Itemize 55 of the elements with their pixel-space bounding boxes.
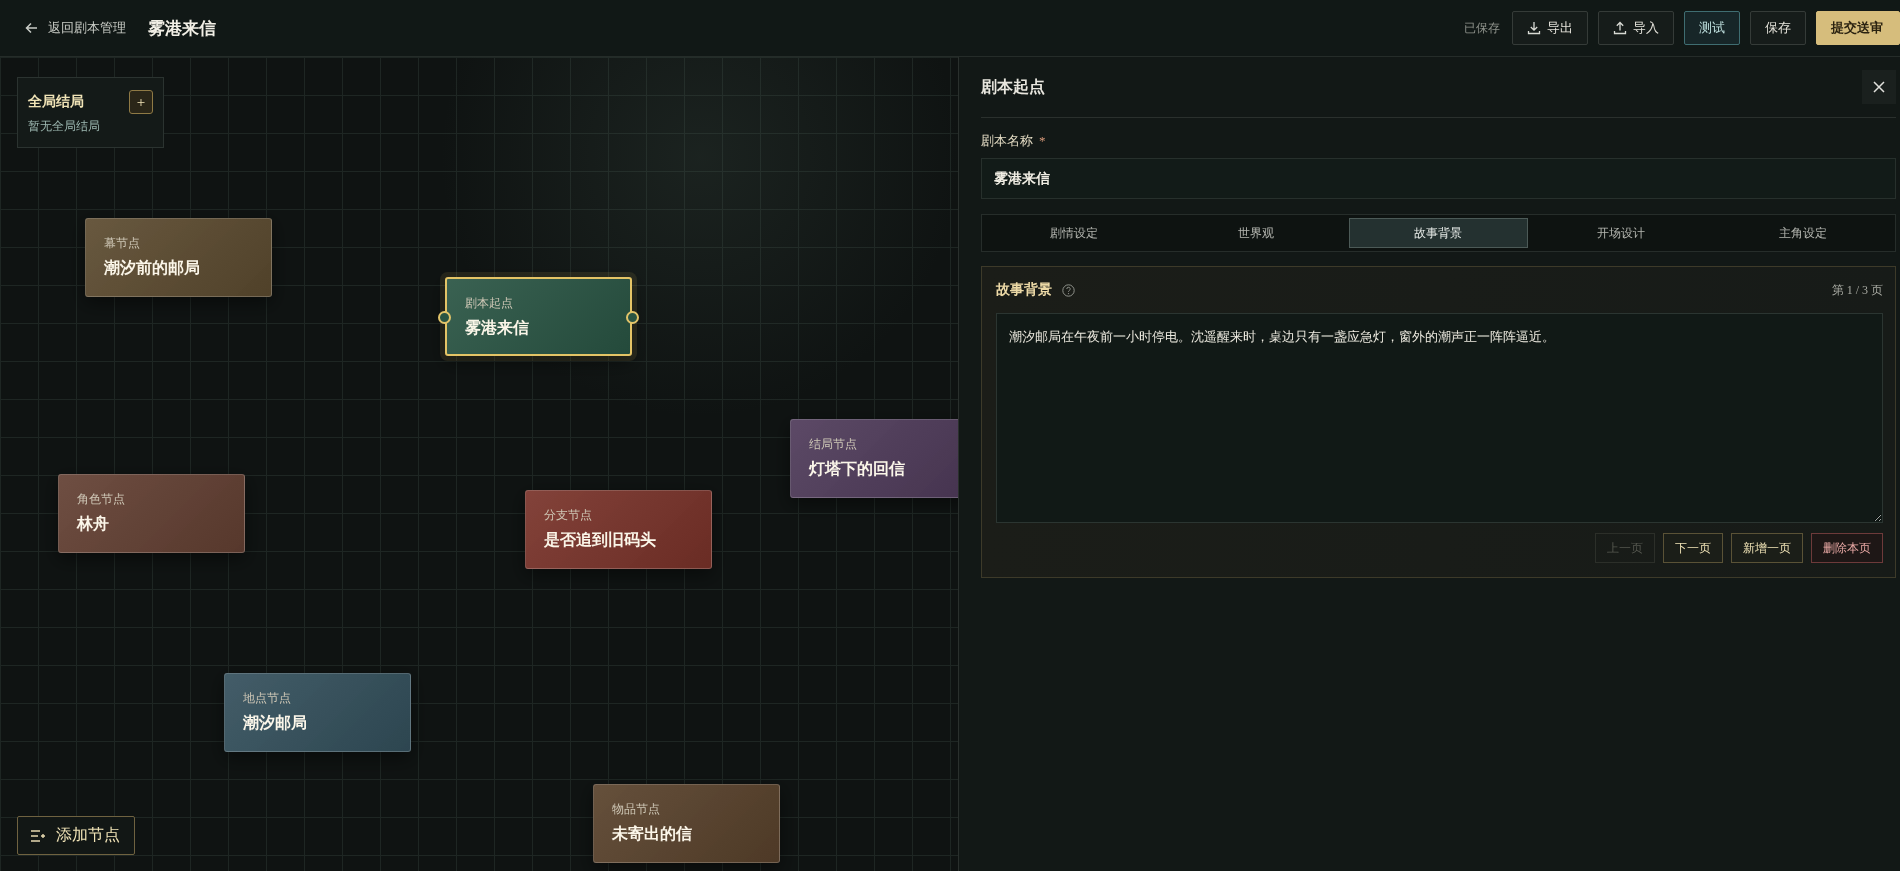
node-type: 分支节点 [544,507,593,524]
tab[interactable]: 世界观 [1167,218,1346,248]
node-name: 林舟 [77,514,110,534]
node-name: 潮汐邮局 [243,713,308,733]
page-button[interactable]: 下一页 [1663,533,1723,563]
story-node[interactable]: 幕节点 潮汐前的邮局 [85,218,272,297]
node-name: 雾港来信 [465,318,530,338]
node-name: 灯塔下的回信 [809,459,906,479]
help-icon[interactable] [1062,283,1075,297]
toolbar-button[interactable]: 提交送审 [1816,11,1900,45]
tab[interactable]: 故事背景 [1349,218,1528,248]
add-node-button[interactable]: 添加节点 [17,816,135,855]
toolbar-button[interactable]: 导入 [1598,11,1674,45]
page-indicator: 第 1 / 3 页 [1831,281,1883,299]
node-type: 结局节点 [809,436,858,453]
node-name: 潮汐前的邮局 [104,258,201,278]
node-type: 幕节点 [104,235,141,252]
story-node[interactable]: 地点节点 潮汐邮局 [224,673,411,752]
node-name: 未寄出的信 [612,824,693,844]
download-icon [1527,21,1541,35]
list-add-icon [30,828,46,843]
story-node[interactable]: 结局节点 灯塔下的回信 [790,419,958,498]
toolbar-button[interactable]: 测试 [1684,11,1740,45]
node-name: 是否追到旧码头 [544,530,657,550]
name-field[interactable]: 雾港来信 [981,158,1896,199]
tab[interactable]: 主角设定 [1713,218,1892,248]
back-arrow-icon [24,20,40,36]
global-endings-title: 全局结局 [28,93,84,111]
back-link[interactable]: 返回剧本管理 [24,19,126,37]
toolbar-button[interactable]: 导出 [1512,11,1588,45]
script-title: 雾港来信 [148,17,216,40]
tab[interactable]: 开场设计 [1531,218,1710,248]
section-title: 故事背景 [996,281,1052,299]
story-node[interactable]: 分支节点 是否追到旧码头 [525,490,712,569]
add-ending-button[interactable]: + [129,90,153,114]
close-icon [1873,81,1885,93]
empty-hint: 暂无全局结局 [28,118,101,135]
node-type: 剧本起点 [465,295,514,312]
node-type: 物品节点 [612,801,661,818]
tab[interactable]: 剧情设定 [985,218,1164,248]
upload-icon [1613,21,1627,35]
node-type: 角色节点 [77,491,126,508]
save-status: 已保存 [1464,19,1500,37]
page-button[interactable]: 新增一页 [1731,533,1803,563]
node-type: 地点节点 [243,690,292,707]
story-node[interactable]: 角色节点 林舟 [58,474,245,553]
story-text-field[interactable]: 潮汐邮局在午夜前一小时停电。沈遥醒来时，桌边只有一盏应急灯，窗外的潮声正一阵阵逼近。 [996,313,1883,523]
field-label: 剧本名称 [981,132,1033,150]
story-node[interactable]: 物品节点 未寄出的信 [593,784,780,863]
page-button[interactable]: 删除本页 [1811,533,1883,563]
panel-title: 剧本起点 [981,76,1045,97]
close-button[interactable] [1862,70,1896,104]
story-node[interactable]: 剧本起点 雾港来信 [445,277,632,356]
required-mark: * [1039,133,1046,149]
toolbar-button[interactable]: 保存 [1750,11,1806,45]
